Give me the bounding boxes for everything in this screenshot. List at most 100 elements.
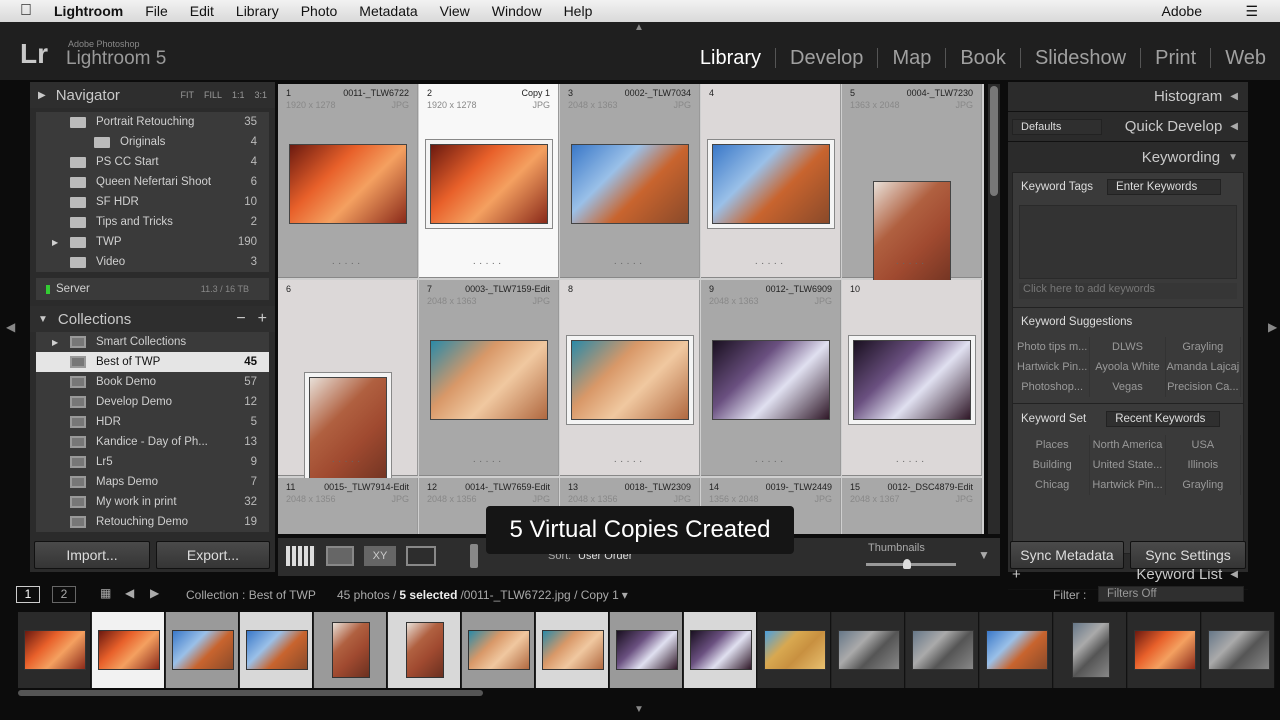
- grid-cell[interactable]: 5 0004-_TLW7230 1363 x 2048 JPG ·····: [842, 84, 982, 297]
- module-print[interactable]: Print: [1140, 48, 1210, 68]
- spray-can-icon[interactable]: [470, 544, 478, 568]
- collection-item[interactable]: Book Demo 57: [36, 372, 269, 392]
- filmstrip-thumbnail[interactable]: [23, 630, 86, 670]
- filmstrip-scrollbar[interactable]: [18, 690, 483, 696]
- filmstrip-cell[interactable]: [980, 612, 1053, 688]
- filmstrip-thumbnail[interactable]: [405, 622, 444, 678]
- toolbar-menu-icon[interactable]: ▼: [978, 548, 990, 562]
- menu-file[interactable]: File: [145, 3, 168, 19]
- photo-thumbnail[interactable]: [571, 144, 689, 224]
- grid-cell[interactable]: 1 0011-_TLW6722 1920 x 1278 JPG ·····: [278, 84, 418, 278]
- collections-header[interactable]: ▼ Collections − +: [30, 306, 275, 332]
- grid-cell[interactable]: 6 ·····: [278, 280, 418, 493]
- filmstrip-thumbnail[interactable]: [245, 630, 308, 670]
- filmstrip-cell[interactable]: [18, 612, 91, 688]
- filmstrip-thumbnail[interactable]: [1133, 630, 1196, 670]
- expand-icon[interactable]: ▶: [52, 238, 58, 247]
- filmstrip-thumbnail[interactable]: [97, 630, 160, 670]
- top-panel-toggle-icon[interactable]: ▲: [634, 22, 644, 33]
- photo-thumbnail[interactable]: [571, 340, 689, 420]
- keyword-chip[interactable]: North America: [1090, 435, 1166, 455]
- photo-thumbnail[interactable]: [289, 144, 407, 224]
- current-file[interactable]: /0011-_TLW6722.jpg / Copy 1: [460, 588, 618, 602]
- collection-item[interactable]: Lr5 9: [36, 452, 269, 472]
- histogram-header[interactable]: Histogram ◀: [1008, 82, 1248, 112]
- keyword-chip[interactable]: Building: [1015, 455, 1091, 475]
- module-slideshow[interactable]: Slideshow: [1019, 48, 1140, 68]
- rating-stars[interactable]: ·····: [842, 258, 981, 269]
- zoom-fill[interactable]: FILL: [204, 90, 222, 100]
- module-develop[interactable]: Develop: [775, 48, 877, 68]
- keyword-chip[interactable]: Chicag: [1015, 475, 1091, 495]
- filmstrip-cell[interactable]: [1128, 612, 1201, 688]
- rating-stars[interactable]: ·····: [842, 456, 981, 467]
- rating-stars[interactable]: ·····: [278, 456, 417, 467]
- list-icon[interactable]: ☰: [1245, 3, 1258, 20]
- grid-cell[interactable]: 11 0015-_TLW7914-Edit 2048 x 1356 JPG: [278, 478, 418, 534]
- keyword-chip[interactable]: Photo tips m...: [1015, 337, 1091, 357]
- collection-item[interactable]: Retouching Demo 19: [36, 512, 269, 532]
- filmstrip-cell[interactable]: [536, 612, 609, 688]
- photo-thumbnail[interactable]: [853, 340, 971, 420]
- keyword-chip[interactable]: USA: [1166, 435, 1241, 455]
- filmstrip-cell[interactable]: [166, 612, 239, 688]
- keyword-tags-dropdown[interactable]: Enter Keywords: [1107, 179, 1222, 195]
- keyword-chip[interactable]: Precision Ca...: [1166, 377, 1241, 397]
- filmstrip-cell[interactable]: [388, 612, 461, 688]
- collection-item[interactable]: Maps Demo 7: [36, 472, 269, 492]
- photo-thumbnail[interactable]: [430, 144, 548, 224]
- keyword-chip[interactable]: Grayling: [1166, 337, 1241, 357]
- grid-cell[interactable]: 4 ·····: [701, 84, 841, 278]
- thumbnail-size-slider[interactable]: [866, 559, 956, 569]
- folder-item[interactable]: SF HDR 10: [36, 192, 269, 212]
- keyword-chip[interactable]: Vegas: [1090, 377, 1166, 397]
- filmstrip-cell[interactable]: [684, 612, 757, 688]
- filmstrip-thumbnail[interactable]: [763, 630, 826, 670]
- filmstrip-cell[interactable]: [1054, 612, 1127, 688]
- add-collection-button[interactable]: +: [258, 310, 267, 328]
- keyword-tags-textarea[interactable]: [1019, 205, 1237, 279]
- filmstrip-thumbnail[interactable]: [331, 622, 370, 678]
- folder-item[interactable]: Tips and Tricks 2: [36, 212, 269, 232]
- collection-item[interactable]: My work in print 32: [36, 492, 269, 512]
- grid-cell[interactable]: 2 Copy 1 1920 x 1278 JPG ·····: [419, 84, 559, 278]
- expand-icon[interactable]: ▶: [52, 338, 58, 347]
- filmstrip-cell[interactable]: [92, 612, 165, 688]
- rating-stars[interactable]: ·····: [419, 456, 558, 467]
- folder-item[interactable]: Originals 4: [36, 132, 269, 152]
- remove-collection-button[interactable]: −: [236, 310, 245, 328]
- grid-cell[interactable]: 3 0002-_TLW7034 2048 x 1363 JPG ·····: [560, 84, 700, 278]
- filmstrip-cell[interactable]: [240, 612, 313, 688]
- secondary-window-button[interactable]: 2: [52, 586, 76, 603]
- filmstrip-cell[interactable]: [1202, 612, 1275, 688]
- left-panel-toggle-icon[interactable]: ◀: [6, 320, 15, 334]
- preset-dropdown[interactable]: Defaults: [1012, 118, 1102, 135]
- folder-item[interactable]: PS CC Start 4: [36, 152, 269, 172]
- module-book[interactable]: Book: [945, 48, 1020, 68]
- rating-stars[interactable]: ·····: [278, 258, 417, 269]
- menu-help[interactable]: Help: [564, 3, 593, 19]
- rating-stars[interactable]: ·····: [419, 258, 558, 269]
- back-arrow-icon[interactable]: ◀: [125, 586, 134, 600]
- menu-photo[interactable]: Photo: [301, 3, 338, 19]
- apple-icon[interactable]: : [20, 2, 32, 20]
- rating-stars[interactable]: ·····: [560, 258, 699, 269]
- quick-develop-header[interactable]: Defaults Quick Develop ◀: [1008, 112, 1248, 142]
- filmstrip-cell[interactable]: [758, 612, 831, 688]
- collection-item[interactable]: Best of TWP 45: [36, 352, 269, 372]
- module-web[interactable]: Web: [1210, 48, 1280, 68]
- folder-item[interactable]: Portrait Retouching 35: [36, 112, 269, 132]
- grid-cell[interactable]: 7 0003-_TLW7159-Edit 2048 x 1363 JPG ·····: [419, 280, 559, 476]
- keyword-chip[interactable]: Ayoola White: [1090, 357, 1166, 377]
- filmstrip-thumbnail[interactable]: [911, 630, 974, 670]
- sync-settings-button[interactable]: Sync Settings: [1130, 541, 1246, 569]
- grid-view-icon[interactable]: [286, 546, 316, 566]
- zoom-fit[interactable]: FIT: [180, 90, 194, 100]
- module-library[interactable]: Library: [686, 48, 775, 68]
- bottom-panel-toggle-icon[interactable]: ▼: [634, 704, 644, 715]
- rating-stars[interactable]: ·····: [701, 258, 840, 269]
- filmstrip-thumbnail[interactable]: [837, 630, 900, 670]
- keyword-chip[interactable]: Photoshop...: [1015, 377, 1091, 397]
- menu-metadata[interactable]: Metadata: [359, 3, 417, 19]
- forward-arrow-icon[interactable]: ▶: [150, 586, 159, 600]
